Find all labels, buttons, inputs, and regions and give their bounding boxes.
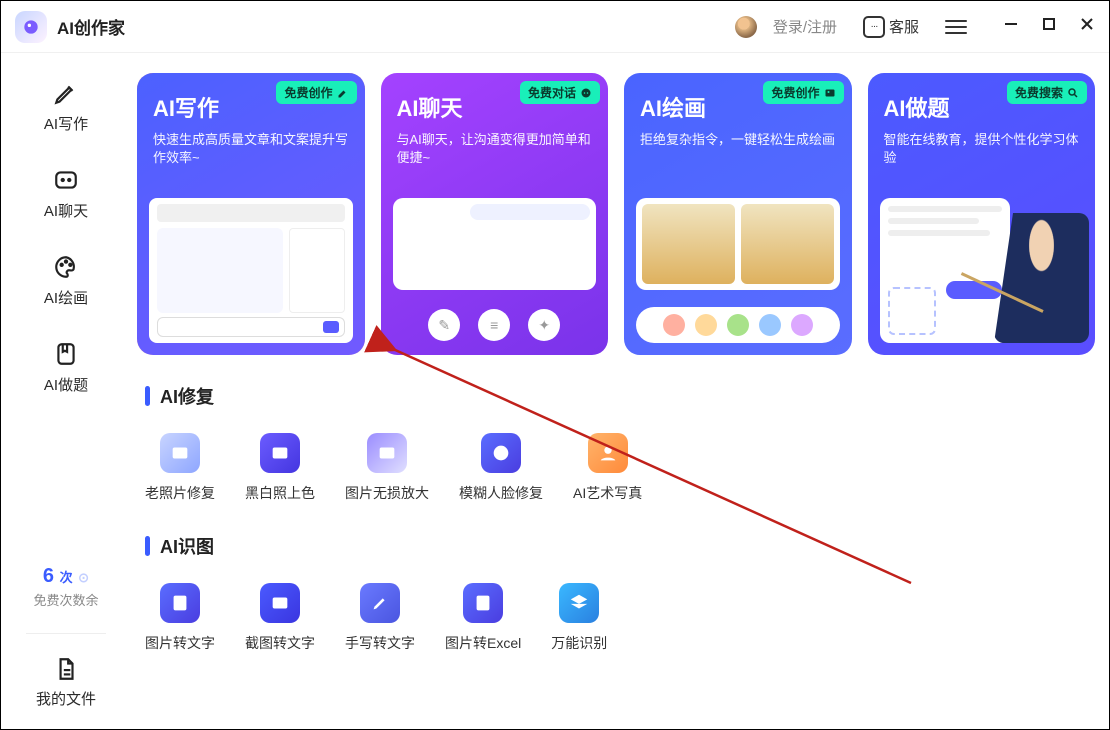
file-icon [53, 656, 79, 682]
section-title: AI识图 [160, 533, 214, 559]
feature-cards-row: 免费创作 AI写作 快速生成高质量文章和文案提升写作效率~ 免费对话 AI聊天 … [137, 73, 1095, 355]
card-tag: 免费对话 [520, 81, 600, 104]
sidebar-item-label: AI写作 [44, 113, 88, 134]
card-desc: 与AI聊天，让沟通变得更加简单和便捷~ [397, 131, 593, 167]
section-title: AI修复 [160, 383, 214, 409]
tool-image-to-text[interactable]: 字图片转文字 [145, 583, 215, 653]
minimize-button[interactable] [1003, 16, 1019, 37]
tool-label: 图片转Excel [445, 633, 521, 653]
bookmark-icon [52, 340, 80, 368]
card-ai-draw[interactable]: 免费创作 AI绘画 拒绝复杂指令，一键轻松生成绘画 [624, 73, 852, 355]
sidebar-item-draw[interactable]: AI绘画 [44, 253, 88, 308]
section-ai-ocr: AI识图 字图片转文字 截图转文字 手写转文字 图片转Excel 万能识别 [137, 533, 1095, 653]
tool-icon [463, 583, 503, 623]
tool-screenshot-to-text[interactable]: 截图转文字 [245, 583, 315, 653]
remaining-count: 6 [43, 565, 54, 587]
card-preview: ✎≡✦ [393, 198, 597, 343]
tool-label: 万能识别 [551, 633, 607, 653]
tool-icon [367, 433, 407, 473]
title-bar: AI创作家 登录/注册 客服 [1, 1, 1109, 53]
customer-service-button[interactable]: 客服 [863, 16, 919, 38]
card-preview [636, 198, 840, 343]
close-button[interactable] [1079, 16, 1095, 37]
edit-icon [337, 87, 349, 99]
hamburger-menu-icon[interactable] [945, 20, 967, 34]
tool-old-photo-repair[interactable]: 老照片修复 [145, 433, 215, 503]
tool-icon [588, 433, 628, 473]
sidebar-item-label: AI绘画 [44, 287, 88, 308]
tool-label: 图片无损放大 [345, 483, 429, 503]
maximize-button[interactable] [1041, 16, 1057, 37]
card-ai-write[interactable]: 免费创作 AI写作 快速生成高质量文章和文案提升写作效率~ [137, 73, 365, 355]
card-tag: 免费创作 [276, 81, 356, 104]
tool-label: 黑白照上色 [245, 483, 315, 503]
section-bar [145, 386, 150, 406]
card-ai-question[interactable]: 免费搜索 AI做题 智能在线教育，提供个性化学习体验 [868, 73, 1096, 355]
divider [26, 633, 106, 634]
section-bar [145, 536, 150, 556]
section-ai-repair: AI修复 老照片修复 黑白照上色 图片无损放大 模糊人脸修复 AI艺术写真 [137, 383, 1095, 503]
tool-icon [260, 583, 300, 623]
sidebar-item-chat[interactable]: AI聊天 [44, 166, 88, 221]
tool-label: 手写转文字 [345, 633, 415, 653]
palette-icon [52, 253, 80, 281]
remaining-suffix: 次 [60, 570, 73, 585]
app-title: AI创作家 [57, 14, 125, 39]
my-files-button[interactable]: 我的文件 [36, 656, 96, 709]
remaining-uses[interactable]: 6 次 ⊙ 免费次数余 [33, 565, 98, 609]
card-tag: 免费搜索 [1007, 81, 1087, 104]
card-preview [149, 198, 353, 343]
tool-icon [481, 433, 521, 473]
tool-icon [559, 583, 599, 623]
tool-image-to-excel[interactable]: 图片转Excel [445, 583, 521, 653]
chat-bubble-icon [863, 16, 885, 38]
sidebar: AI写作 AI聊天 AI绘画 AI做题 6 次 ⊙ 免费次数余 我的文件 [1, 53, 131, 729]
remaining-sub: 免费次数余 [33, 590, 98, 609]
tool-face-repair[interactable]: 模糊人脸修复 [459, 433, 543, 503]
tool-icon: 字 [160, 583, 200, 623]
card-ai-chat[interactable]: 免费对话 AI聊天 与AI聊天，让沟通变得更加简单和便捷~ ✎≡✦ [381, 73, 609, 355]
tool-label: AI艺术写真 [573, 483, 642, 503]
login-link[interactable]: 登录/注册 [773, 16, 837, 37]
tool-icon [260, 433, 300, 473]
pen-icon [52, 79, 80, 107]
message-icon [52, 166, 80, 194]
card-desc: 拒绝复杂指令，一键轻松生成绘画 [640, 131, 836, 149]
main-content: 免费创作 AI写作 快速生成高质量文章和文案提升写作效率~ 免费对话 AI聊天 … [131, 53, 1109, 729]
tool-label: 模糊人脸修复 [459, 483, 543, 503]
image-icon [824, 87, 836, 99]
sidebar-item-question[interactable]: AI做题 [44, 340, 88, 395]
customer-service-label: 客服 [889, 16, 919, 37]
sidebar-item-label: AI聊天 [44, 200, 88, 221]
tool-label: 图片转文字 [145, 633, 215, 653]
card-tag: 免费创作 [763, 81, 843, 104]
tool-bw-colorize[interactable]: 黑白照上色 [245, 433, 315, 503]
search-icon [1067, 87, 1079, 99]
tool-icon [160, 433, 200, 473]
user-avatar-icon[interactable] [735, 16, 757, 38]
my-files-label: 我的文件 [36, 688, 96, 709]
sidebar-item-label: AI做题 [44, 374, 88, 395]
chat-icon [580, 87, 592, 99]
tool-lossless-enlarge[interactable]: 图片无损放大 [345, 433, 429, 503]
card-preview [880, 198, 1084, 343]
tool-icon [360, 583, 400, 623]
tool-label: 老照片修复 [145, 483, 215, 503]
card-desc: 智能在线教育，提供个性化学习体验 [884, 131, 1080, 167]
sidebar-item-write[interactable]: AI写作 [44, 79, 88, 134]
tool-label: 截图转文字 [245, 633, 315, 653]
svg-text:字: 字 [175, 598, 184, 609]
tool-universal-ocr[interactable]: 万能识别 [551, 583, 607, 653]
card-desc: 快速生成高质量文章和文案提升写作效率~ [153, 131, 349, 167]
tool-ai-portrait[interactable]: AI艺术写真 [573, 433, 642, 503]
app-logo [15, 11, 47, 43]
tool-handwriting-to-text[interactable]: 手写转文字 [345, 583, 415, 653]
